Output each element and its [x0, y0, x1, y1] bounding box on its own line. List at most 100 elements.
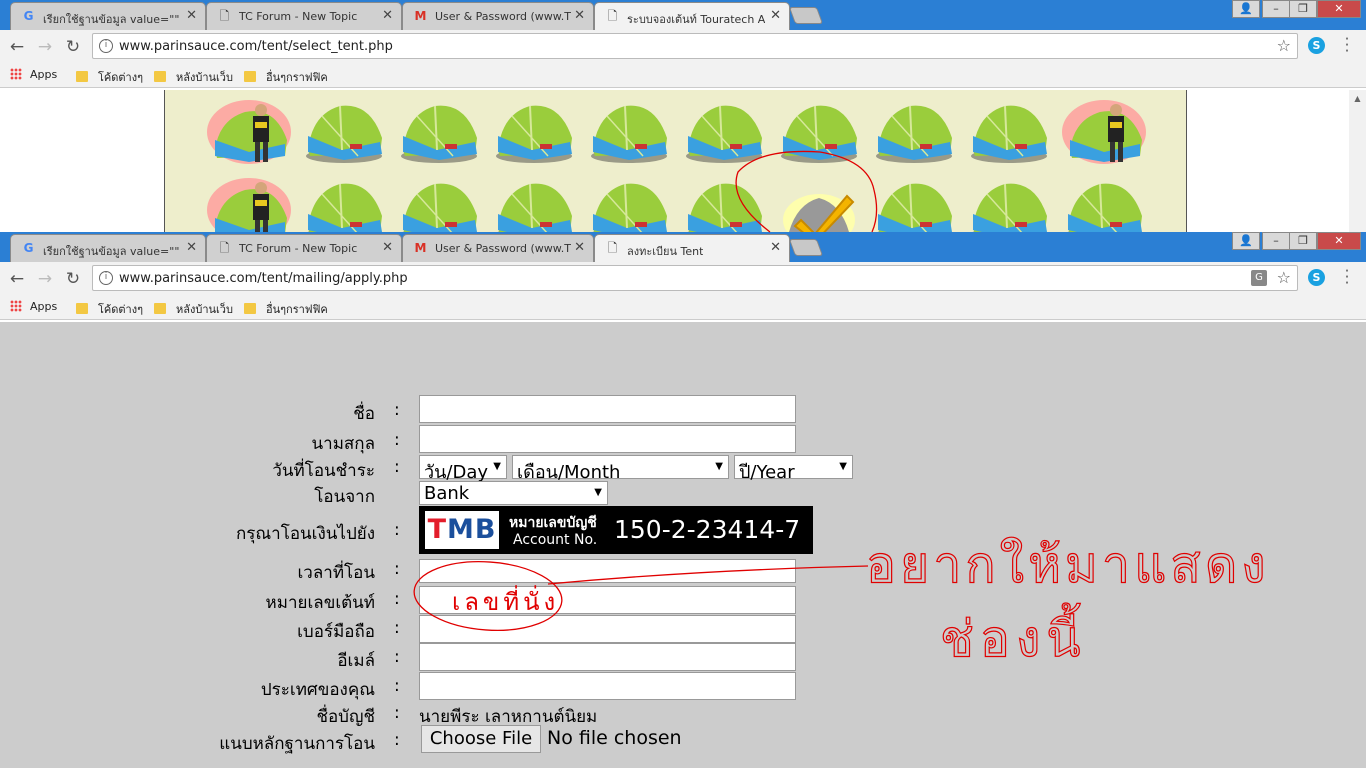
tent-available-icon[interactable]: [495, 104, 573, 164]
tab-tc-forum[interactable]: 🗋 TC Forum - New Topic ✕: [206, 234, 402, 262]
name-input[interactable]: [419, 395, 796, 423]
bank-select[interactable]: Bank ▼: [419, 481, 608, 505]
tent-booked-icon[interactable]: [207, 178, 291, 232]
bookmark-folder-graphics[interactable]: อื่นๆกราฟฟิค: [244, 68, 328, 86]
address-bar[interactable]: i www.parinsauce.com/tent/select_tent.ph…: [92, 33, 1298, 59]
new-tab-button[interactable]: [788, 7, 824, 24]
email-input[interactable]: [419, 643, 796, 671]
scroll-up-icon[interactable]: ▲: [1349, 90, 1366, 103]
tent-available-icon[interactable]: [1065, 182, 1143, 232]
user-icon[interactable]: 👤: [1232, 0, 1260, 18]
registration-form: ชื่อ : นามสกุล : วันที่โอนชำระ : วัน/Day…: [0, 322, 1366, 768]
address-bar[interactable]: i www.parinsauce.com/tent/mailing/apply.…: [92, 265, 1298, 291]
close-tab-icon[interactable]: ✕: [382, 240, 393, 255]
tent-available-icon[interactable]: [685, 182, 763, 232]
bookmark-apps[interactable]: Apps: [10, 68, 57, 81]
tent-available-icon[interactable]: [305, 104, 383, 164]
url-text: www.parinsauce.com/tent/select_tent.php: [119, 39, 393, 54]
bookmark-folder-graphics[interactable]: อื่นๆกราฟฟิค: [244, 300, 328, 318]
folder-icon: [154, 71, 166, 82]
mobile-input[interactable]: [419, 615, 796, 643]
day-select[interactable]: วัน/Day ▼: [419, 455, 507, 483]
tent-available-icon[interactable]: [685, 104, 763, 164]
tent-available-icon[interactable]: [970, 182, 1048, 232]
close-tab-icon[interactable]: ✕: [574, 8, 585, 23]
tent-available-icon[interactable]: [400, 104, 478, 164]
tab-tc-forum[interactable]: 🗋 TC Forum - New Topic ✕: [206, 2, 402, 30]
close-tab-icon[interactable]: ✕: [186, 240, 197, 255]
forward-arrow-icon[interactable]: →: [34, 36, 56, 58]
bookmarks-bar: Apps โค้ดต่างๆ หลังบ้านเว็บ อื่นๆกราฟฟิค: [0, 62, 1366, 88]
user-icon[interactable]: 👤: [1232, 232, 1260, 250]
bookmark-folder-codes[interactable]: โค้ดต่างๆ: [76, 300, 143, 318]
year-select[interactable]: ปี/Year ▼: [734, 455, 853, 483]
folder-icon: [154, 303, 166, 314]
dropdown-arrow-icon: ▼: [715, 461, 723, 472]
bookmark-star-icon[interactable]: ☆: [1277, 268, 1291, 287]
tent-booked-icon[interactable]: [207, 100, 291, 164]
reload-icon[interactable]: ↻: [62, 36, 84, 58]
bookmark-folder-codes[interactable]: โค้ดต่างๆ: [76, 68, 143, 86]
country-input[interactable]: [419, 672, 796, 700]
tab-tent-register[interactable]: 🗋 ลงทะเบียน Tent ✕: [594, 234, 790, 262]
tab-gmail[interactable]: M User & Password (www.T ✕: [402, 234, 594, 262]
bookmark-folder-backend[interactable]: หลังบ้านเว็บ: [154, 300, 233, 318]
transfer-time-input[interactable]: [419, 559, 796, 583]
new-tab-button[interactable]: [788, 239, 824, 256]
minimize-button[interactable]: –: [1262, 0, 1290, 18]
tent-booked-icon[interactable]: [1062, 100, 1146, 164]
reload-icon[interactable]: ↻: [62, 268, 84, 290]
close-window-button[interactable]: ✕: [1317, 232, 1361, 250]
close-tab-icon[interactable]: ✕: [770, 8, 781, 23]
label-attach-proof: แนบหลักฐานการโอน: [219, 734, 375, 754]
skype-icon[interactable]: S: [1308, 37, 1325, 54]
tent-available-icon[interactable]: [970, 104, 1048, 164]
close-tab-icon[interactable]: ✕: [770, 240, 781, 255]
tent-available-icon[interactable]: [780, 104, 858, 164]
close-tab-icon[interactable]: ✕: [574, 240, 585, 255]
surname-input[interactable]: [419, 425, 796, 453]
back-arrow-icon[interactable]: ←: [6, 268, 28, 290]
tent-number-input[interactable]: [419, 586, 796, 614]
tent-selected-icon[interactable]: [782, 193, 856, 232]
tab-gmail[interactable]: M User & Password (www.T ✕: [402, 2, 594, 30]
label-transfer-from: โอนจาก: [314, 487, 375, 507]
month-select[interactable]: เดือน/Month ▼: [512, 455, 729, 483]
menu-icon[interactable]: · · ·: [1340, 264, 1354, 291]
close-tab-icon[interactable]: ✕: [382, 8, 393, 23]
tent-available-icon[interactable]: [400, 182, 478, 232]
skype-icon[interactable]: S: [1308, 269, 1325, 286]
toolbar: ← → ↻ i www.parinsauce.com/tent/mailing/…: [0, 262, 1366, 294]
label-email: อีเมล์: [337, 651, 375, 671]
bookmark-apps[interactable]: Apps: [10, 300, 57, 313]
account-label-en: Account No.: [513, 532, 598, 548]
tent-available-icon[interactable]: [590, 104, 668, 164]
close-tab-icon[interactable]: ✕: [186, 8, 197, 23]
tent-available-icon[interactable]: [875, 182, 953, 232]
tab-tent-booking[interactable]: 🗋 ระบบจองเต้นท์ Touratech A ✕: [594, 2, 790, 30]
tent-available-icon[interactable]: [495, 182, 573, 232]
vertical-scrollbar[interactable]: ▲: [1349, 90, 1366, 232]
choose-file-button[interactable]: Choose File: [421, 725, 541, 753]
menu-icon[interactable]: · · ·: [1340, 32, 1354, 59]
close-window-button[interactable]: ✕: [1317, 0, 1361, 18]
tent-available-icon[interactable]: [590, 182, 668, 232]
maximize-button[interactable]: ❐: [1289, 232, 1317, 250]
bookmark-star-icon[interactable]: ☆: [1277, 36, 1291, 55]
forward-arrow-icon[interactable]: →: [34, 268, 56, 290]
tent-available-icon[interactable]: [875, 104, 953, 164]
back-arrow-icon[interactable]: ←: [6, 36, 28, 58]
bookmark-folder-backend[interactable]: หลังบ้านเว็บ: [154, 68, 233, 86]
tent-available-icon[interactable]: [305, 182, 383, 232]
translate-icon[interactable]: G: [1251, 270, 1267, 286]
page-icon: 🗋: [607, 241, 618, 255]
info-icon[interactable]: i: [99, 39, 113, 53]
minimize-button[interactable]: –: [1262, 232, 1290, 250]
tab-google-db[interactable]: G เรียกใช้ฐานข้อมูล value="" ✕: [10, 234, 206, 262]
tab-google-db[interactable]: G เรียกใช้ฐานข้อมูล value="" ✕: [10, 2, 206, 30]
tab-strip: G เรียกใช้ฐานข้อมูล value="" ✕ 🗋 TC Foru…: [0, 0, 1366, 30]
info-icon[interactable]: i: [99, 271, 113, 285]
file-status: No file chosen: [547, 727, 682, 749]
maximize-button[interactable]: ❐: [1289, 0, 1317, 18]
page-icon: 🗋: [219, 241, 230, 255]
